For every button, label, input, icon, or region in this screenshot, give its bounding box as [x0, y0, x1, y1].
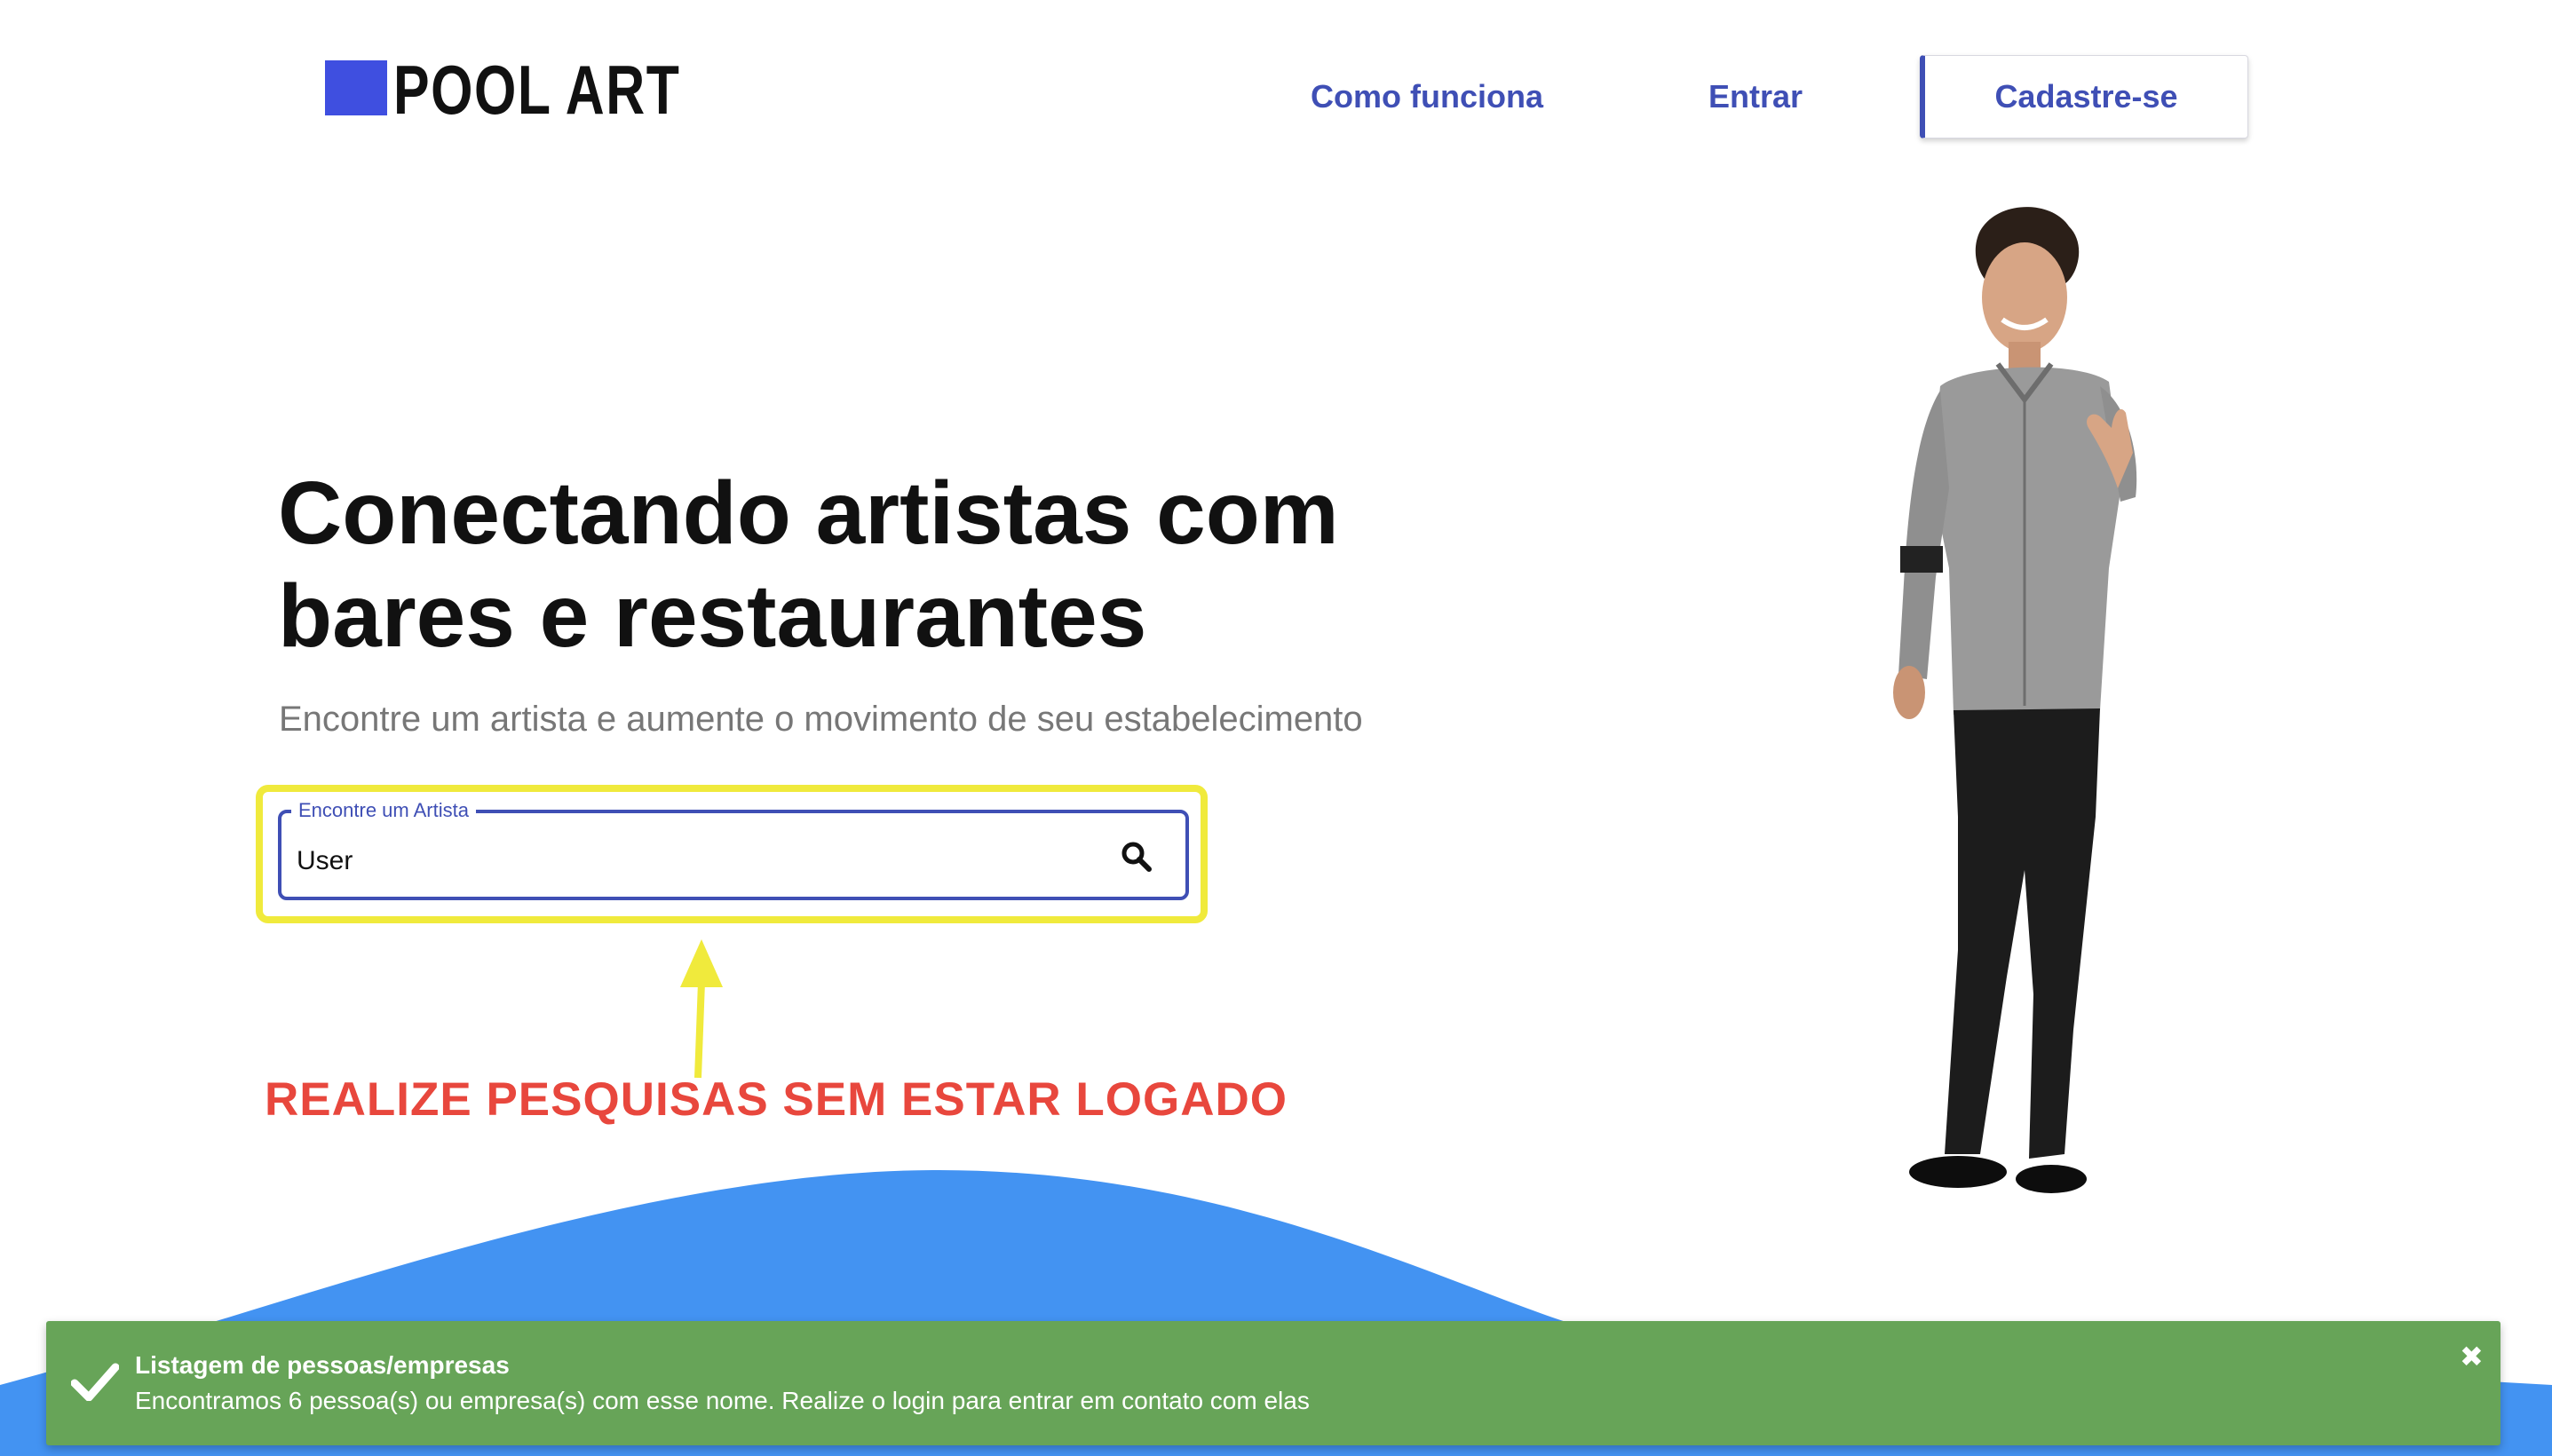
logo-mark [325, 60, 387, 115]
hero-subtitle: Encontre um artista e aumente o moviment… [279, 700, 1363, 739]
annotation-arrow [680, 939, 723, 1079]
hero-title-line1: Conectando artistas com [278, 463, 1339, 563]
logo-text[interactable]: POOL ART [393, 50, 680, 130]
artist-photo [1893, 207, 2137, 1193]
toast-message: Encontramos 6 pessoa(s) ou empresa(s) co… [135, 1387, 1310, 1414]
search-icon[interactable] [1119, 839, 1154, 874]
check-icon [71, 1363, 119, 1401]
nav-login[interactable]: Entrar [1708, 75, 1803, 119]
toast-notification [46, 1321, 2500, 1445]
signup-button[interactable]: Cadastre-se [1920, 55, 2248, 138]
toast-title: Listagem de pessoas/empresas [135, 1351, 510, 1379]
artist-search-input[interactable] [297, 843, 1078, 879]
close-icon[interactable]: ✖ [2460, 1342, 2484, 1371]
hero-title-line2: bares e restaurantes [278, 566, 1147, 666]
hero-title: Conectando artistas com bares e restaura… [278, 462, 1432, 668]
annotation-text: REALIZE PESQUISAS SEM ESTAR LOGADO [265, 1073, 1288, 1126]
nav-how-it-works[interactable]: Como funciona [1311, 75, 1543, 119]
search-field-label: Encontre um Artista [291, 799, 476, 822]
